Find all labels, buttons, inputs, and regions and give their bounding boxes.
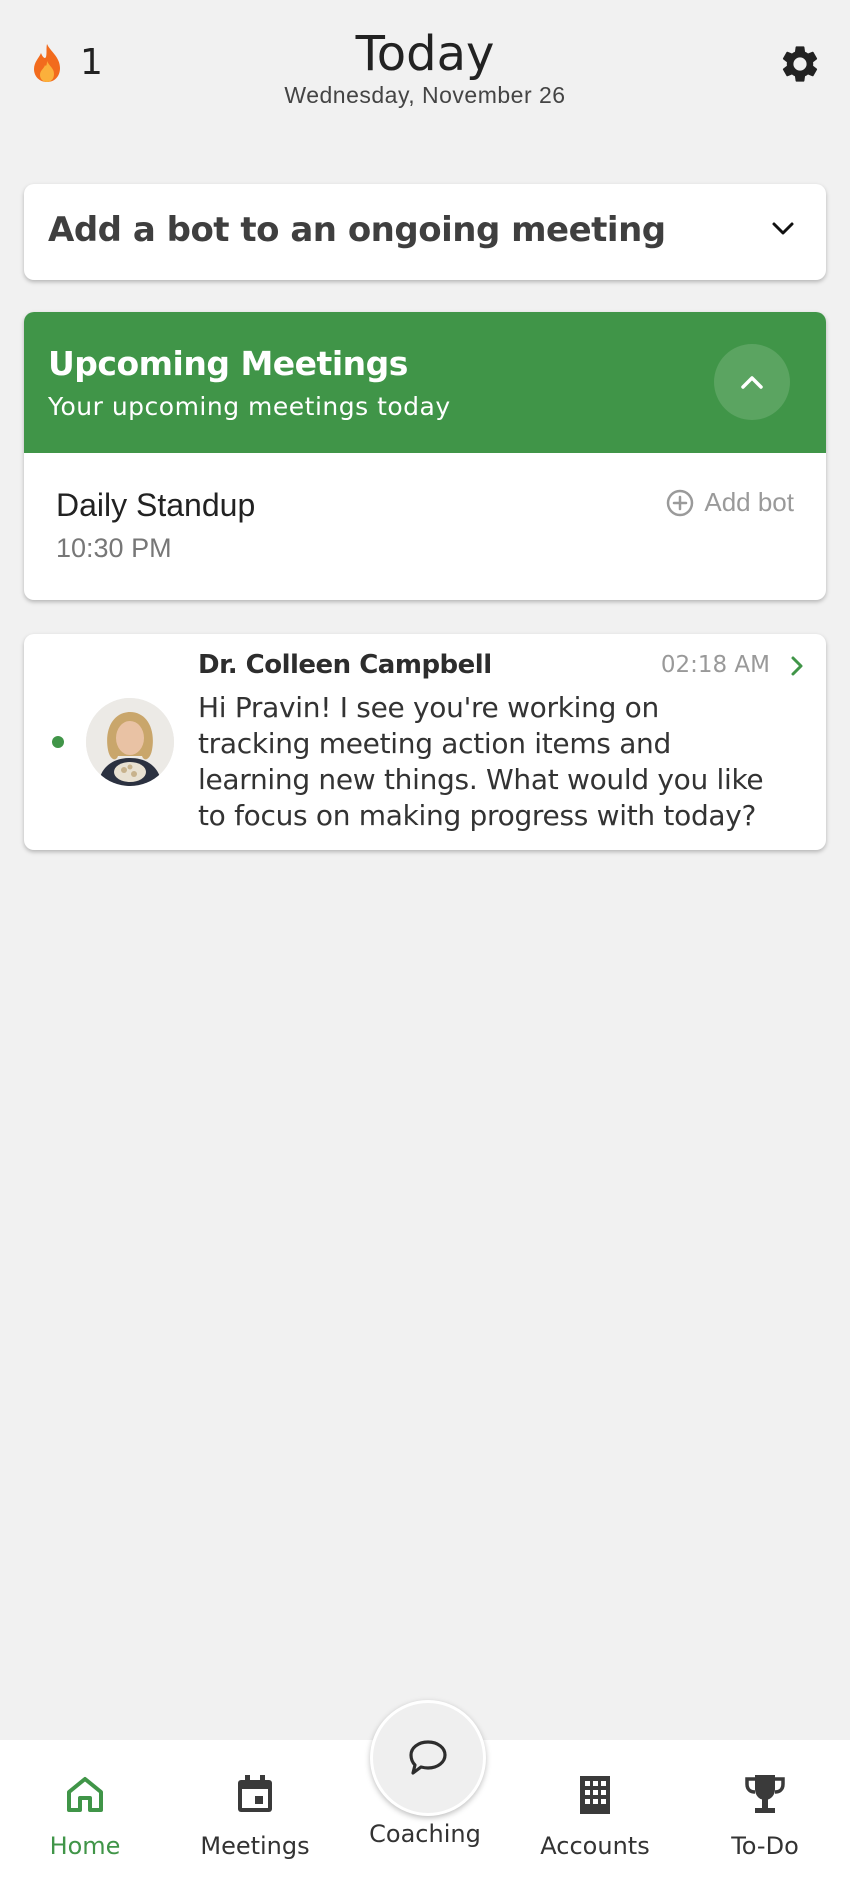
upcoming-meetings-panel: Upcoming Meetings Your upcoming meetings… — [24, 312, 826, 600]
nav-home-label: Home — [49, 1832, 121, 1860]
upcoming-meetings-title: Upcoming Meetings — [48, 344, 408, 383]
nav-meetings[interactable]: Meetings — [170, 1770, 340, 1860]
meeting-time: 10:30 PM — [56, 533, 172, 563]
meeting-item[interactable]: Daily Standup 10:30 PM Add bot — [24, 453, 826, 600]
collapse-button[interactable] — [714, 344, 790, 420]
chevron-down-icon[interactable] — [770, 216, 796, 242]
trophy-icon — [745, 1775, 785, 1813]
add-bot-button[interactable]: Add bot — [666, 487, 794, 518]
coach-message-card[interactable]: Dr. Colleen Campbell 02:18 AM Hi Pravin!… — [24, 634, 826, 850]
add-bot-panel[interactable]: Add a bot to an ongoing meeting — [24, 184, 826, 280]
page-title: Today — [355, 26, 495, 82]
chevron-right-icon[interactable] — [788, 654, 806, 678]
home-icon — [67, 1777, 103, 1812]
unread-dot — [52, 736, 64, 748]
message-time: 02:18 AM — [660, 652, 770, 678]
page-date: Wednesday, November 26 — [284, 82, 566, 108]
gear-icon[interactable] — [778, 42, 822, 86]
chevron-up-icon — [741, 376, 763, 389]
nav-todo-label: To-Do — [731, 1832, 799, 1860]
add-bot-label: Add bot — [704, 487, 794, 517]
add-bot-panel-label: Add a bot to an ongoing meeting — [48, 210, 666, 250]
nav-home[interactable]: Home — [0, 1770, 170, 1860]
plus-circle-icon — [667, 489, 694, 516]
message-preview: Hi Pravin! I see you're working on track… — [198, 691, 764, 832]
nav-todo[interactable]: To-Do — [680, 1770, 850, 1860]
coach-name: Dr. Colleen Campbell — [198, 650, 492, 680]
upcoming-meetings-subtitle: Your upcoming meetings today — [48, 392, 451, 421]
upcoming-meetings-header[interactable]: Upcoming Meetings Your upcoming meetings… — [24, 312, 826, 453]
calendar-icon — [238, 1775, 272, 1812]
avatar — [86, 698, 174, 786]
nav-meetings-label: Meetings — [200, 1832, 310, 1860]
chat-bubble-icon — [409, 1740, 447, 1775]
nav-accounts[interactable]: Accounts — [510, 1770, 680, 1860]
meeting-name: Daily Standup — [56, 487, 256, 523]
nav-accounts-label: Accounts — [540, 1832, 650, 1860]
coaching-button[interactable] — [370, 1700, 486, 1816]
nav-coaching-label[interactable]: Coaching — [340, 1820, 510, 1848]
building-icon — [580, 1776, 610, 1814]
